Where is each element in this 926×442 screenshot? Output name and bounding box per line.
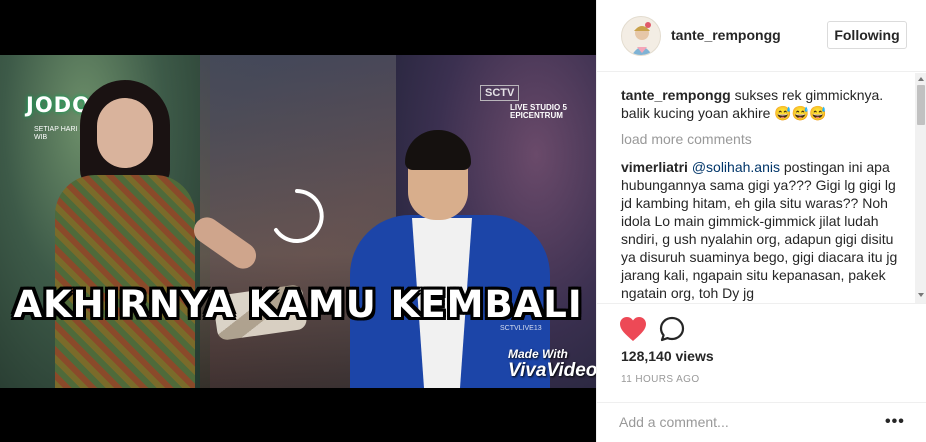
post-actions: 128,140 views 11 HOURS AGO [597,303,926,403]
channel-badge: SCTV [480,85,520,101]
comment-icon[interactable] [659,316,685,342]
video-player[interactable]: JODOH SETIAP HARI 19.00 - 22.00 WIB SCTV… [0,55,596,388]
comment-text: postingan ini apa hubungannya sama gigi … [621,159,898,301]
vivavideo-watermark: Made With VivaVideo [508,347,596,382]
view-count[interactable]: 128,140 views [621,348,714,364]
scroll-down-arrow-icon[interactable] [918,293,924,297]
add-comment-bar: ••• [597,402,926,442]
scroll-up-arrow-icon[interactable] [918,77,924,81]
load-more-comments-link[interactable]: load more comments [621,131,752,147]
avatar-illustration-icon [632,22,652,55]
post-header: tante_rempongg Following [597,0,926,72]
scrollbar-thumb[interactable] [917,85,925,125]
caption-emoji: 😅😅😅 [774,105,827,121]
caption-author[interactable]: tante_rempongg [621,87,731,103]
list-item: vimerliatri @solihah.anis postingan ini … [621,158,901,302]
comment-author[interactable]: vimerliatri [621,159,688,175]
watermark-line-1: Made With [508,347,568,361]
video-woman-figure [40,80,262,388]
post-username[interactable]: tante_rempongg [671,27,781,43]
following-button[interactable]: Following [827,21,907,49]
loading-spinner-icon [274,189,324,243]
comment-mention-link[interactable]: @solihah.anis [692,159,780,175]
post-side-panel: tante_rempongg Following tante_rempongg … [596,0,926,442]
heart-icon[interactable] [619,316,647,342]
comments-section[interactable]: tante_rempongg sukses rek gimmicknya. ba… [597,73,926,303]
video-small-tag: SCTVLIVE13 [500,325,542,332]
live-label: LIVE STUDIO 5 EPICENTRUM [510,103,567,120]
media-area: JODOH SETIAP HARI 19.00 - 22.00 WIB SCTV… [0,0,596,442]
avatar[interactable] [621,16,661,56]
post-timestamp[interactable]: 11 HOURS AGO [621,374,700,385]
more-options-icon[interactable]: ••• [885,413,905,431]
caption-comment: tante_rempongg sukses rek gimmicknya. ba… [621,86,901,122]
watermark-line-2: VivaVideo [508,360,596,381]
video-caption-overlay: AKHIRNYA KAMU KEMBALI [13,283,583,326]
add-comment-input[interactable] [619,409,869,435]
comments-scrollbar[interactable] [915,73,926,303]
